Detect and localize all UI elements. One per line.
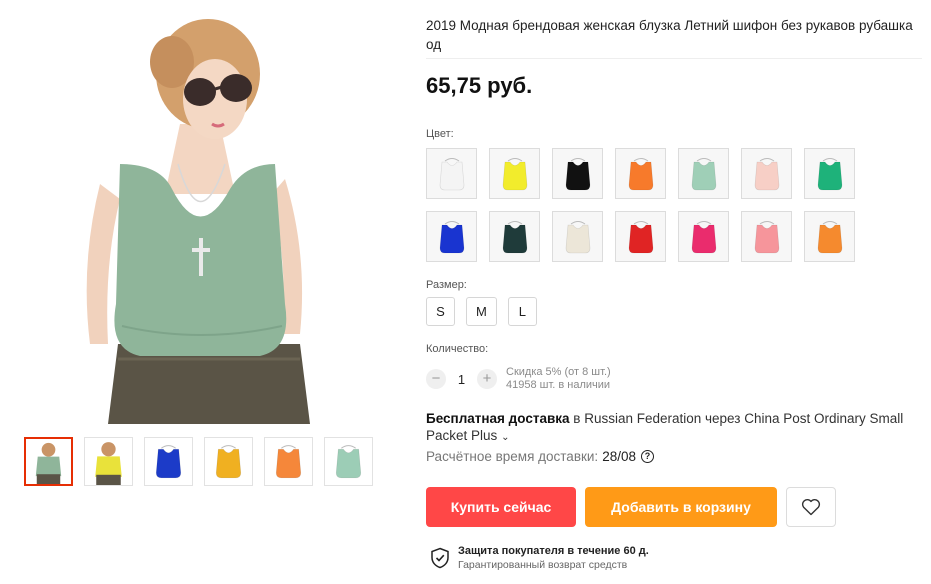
top-garment-icon [335, 445, 362, 479]
add-to-cart-button[interactable]: Добавить в корзину [585, 487, 777, 527]
size-label: Размер: [426, 279, 467, 291]
discount-note: Скидка 5% (от 8 шт.) [506, 366, 611, 378]
thumbnail-strip [24, 437, 373, 486]
model-thumbnail-image [95, 442, 122, 485]
top-garment-icon [817, 220, 842, 253]
protection-title: Защита покупателя в течение 60 д. [458, 545, 649, 557]
top-garment-icon [817, 157, 842, 190]
top-garment-icon [502, 157, 527, 190]
quantity-stepper: − 1 + Скидка 5% (от 8 шт.) 41958 шт. в н… [426, 366, 611, 392]
product-price: 65,75 руб. [426, 73, 533, 98]
main-product-image [60, 14, 360, 424]
color-swatch[interactable] [678, 148, 729, 199]
action-buttons: Купить сейчас Добавить в корзину [426, 487, 836, 527]
top-garment-icon [754, 157, 779, 190]
buy-now-button[interactable]: Купить сейчас [426, 487, 576, 527]
shield-check-icon [431, 547, 449, 569]
gallery-thumbnail[interactable] [264, 437, 313, 486]
top-garment-icon [502, 220, 527, 253]
color-swatch[interactable] [426, 148, 477, 199]
gallery-thumbnail[interactable] [324, 437, 373, 486]
top-garment-icon [628, 157, 653, 190]
delivery-estimate: Расчётное время доставки: 28/08 ? [426, 449, 654, 464]
quantity-label: Количество: [426, 343, 489, 355]
top-garment-icon [691, 157, 716, 190]
color-swatch[interactable] [552, 148, 603, 199]
gallery-thumbnail[interactable] [24, 437, 73, 486]
color-swatch[interactable] [741, 148, 792, 199]
color-swatch[interactable] [804, 211, 855, 262]
quantity-notes: Скидка 5% (от 8 шт.) 41958 шт. в наличии [506, 366, 611, 392]
color-swatch[interactable] [426, 211, 477, 262]
divider [426, 58, 922, 59]
top-garment-icon [628, 220, 653, 253]
color-swatch[interactable] [489, 148, 540, 199]
product-title: 2019 Модная брендовая женская блузка Лет… [426, 18, 913, 52]
top-garment-icon [215, 445, 242, 479]
top-garment-icon [754, 220, 779, 253]
color-swatch[interactable] [552, 211, 603, 262]
top-garment-icon [439, 220, 464, 253]
top-garment-icon [275, 445, 302, 479]
quantity-minus-button[interactable]: − [426, 369, 446, 389]
color-swatch-grid [426, 148, 855, 262]
free-shipping-label: Бесплатная доставка [426, 411, 570, 426]
size-option-s[interactable]: S [426, 297, 455, 326]
top-garment-icon [565, 157, 590, 190]
size-option-l[interactable]: L [507, 297, 537, 326]
wishlist-button[interactable] [786, 487, 836, 527]
size-options: SML [426, 297, 537, 326]
quantity-value[interactable]: 1 [446, 372, 477, 387]
color-swatch[interactable] [489, 211, 540, 262]
color-swatch[interactable] [804, 148, 855, 199]
model-photo [86, 19, 310, 424]
quantity-plus-button[interactable]: + [477, 369, 497, 389]
gallery-thumbnail[interactable] [144, 437, 193, 486]
shipping-info[interactable]: Бесплатная доставка в Russian Federation… [426, 410, 916, 446]
color-label: Цвет: [426, 128, 454, 140]
chevron-down-icon[interactable]: ⌄ [501, 432, 509, 443]
stock-note: 41958 шт. в наличии [506, 379, 611, 391]
top-garment-icon [565, 220, 590, 253]
protection-subtitle: Гарантированный возврат средств [458, 559, 628, 571]
gallery-thumbnail[interactable] [204, 437, 253, 486]
top-garment-icon [691, 220, 716, 253]
help-icon[interactable]: ? [640, 450, 654, 463]
top-garment-icon [439, 157, 464, 190]
color-swatch[interactable] [615, 211, 666, 262]
buyer-protection: Защита покупателя в течение 60 д. Гарант… [430, 545, 649, 571]
top-garment-icon [155, 445, 182, 479]
model-thumbnail-image [35, 442, 62, 484]
eta-value: 28/08 [602, 449, 636, 464]
color-swatch[interactable] [615, 148, 666, 199]
gallery-thumbnail[interactable] [84, 437, 133, 486]
color-swatch[interactable] [741, 211, 792, 262]
product-info: 2019 Модная брендовая женская блузка Лет… [426, 16, 926, 99]
heart-icon [801, 499, 821, 516]
color-swatch[interactable] [678, 211, 729, 262]
size-option-m[interactable]: M [466, 297, 497, 326]
eta-label: Расчётное время доставки: [426, 449, 599, 464]
